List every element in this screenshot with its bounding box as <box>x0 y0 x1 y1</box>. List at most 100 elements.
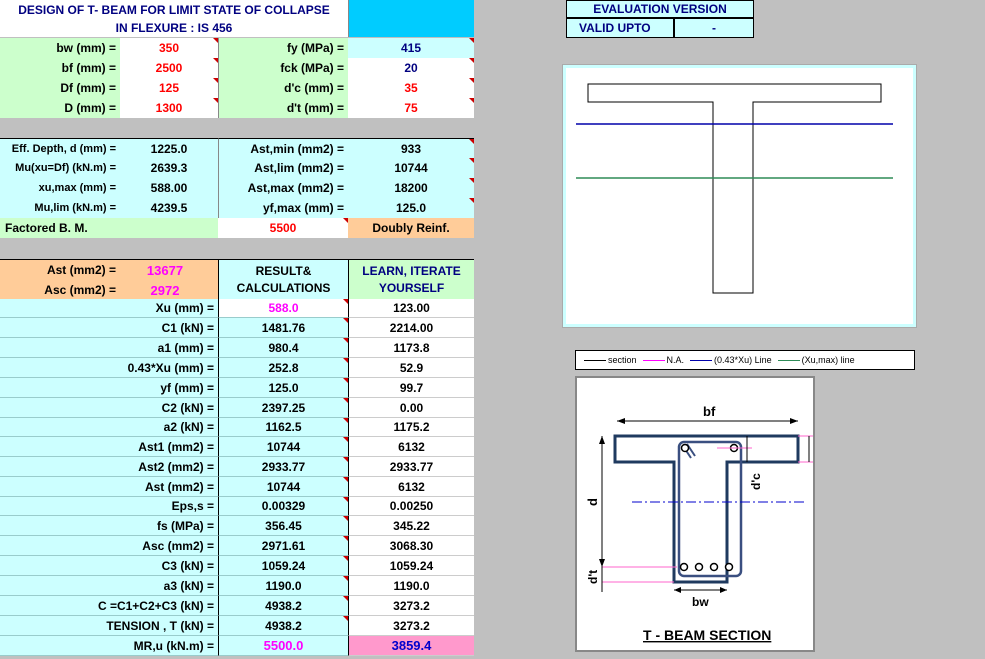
derived-label: Ast,lim (mm2) = <box>218 158 348 178</box>
section-plot <box>576 83 893 294</box>
calc-label: Eps,s = <box>0 497 218 516</box>
calc-label: C2 (kN) = <box>0 398 218 418</box>
input-label: d't (mm) = <box>218 98 348 118</box>
input-value[interactable]: 2500 <box>120 58 218 78</box>
calc-learn: 3859.4 <box>348 636 474 656</box>
legend-swatch <box>584 359 606 361</box>
derived-label: Eff. Depth, d (mm) = <box>0 138 120 158</box>
calc-label: yf (mm) = <box>0 378 218 398</box>
factored-bm-input[interactable]: 5500 <box>218 218 348 238</box>
calc-learn: 52.9 <box>348 358 474 378</box>
calc-result: 2933.77 <box>218 457 348 477</box>
legend-swatch <box>642 359 665 361</box>
derived-label: Mu(xu=Df) (kN.m) = <box>0 158 120 178</box>
valid-upto-value: - <box>674 18 754 38</box>
legend-label: (0.43*Xu) Line <box>714 355 772 365</box>
calc-learn: 1190.0 <box>348 576 474 596</box>
legend-swatch <box>690 359 713 361</box>
concrete-outline <box>613 434 800 584</box>
top-bar-left <box>680 443 690 453</box>
calc-result: 2971.61 <box>218 536 348 556</box>
input-value[interactable]: 125 <box>120 78 218 98</box>
title-blue-block <box>348 0 474 37</box>
calc-label: a1 (mm) = <box>0 338 218 358</box>
bw-label: bw <box>692 595 709 609</box>
result-column-header: RESULT& CALCULATIONS <box>218 259 348 299</box>
calc-learn: 0.00250 <box>348 497 474 516</box>
legend-swatch <box>777 359 800 361</box>
legend-item: (Xu,max) line <box>777 355 855 365</box>
ast-label: Ast (mm2) = <box>46 263 116 277</box>
calc-learn[interactable]: 123.00 <box>348 299 474 318</box>
calc-label: Ast1 (mm2) = <box>0 437 218 457</box>
calc-label: fs (MPa) = <box>0 516 218 536</box>
calc-result: 252.8 <box>218 358 348 378</box>
bottom-bar-1 <box>679 562 689 572</box>
calc-result: 10744 <box>218 437 348 457</box>
legend-item: N.A. <box>642 355 685 365</box>
calc-result: 1481.76 <box>218 318 348 338</box>
calc-learn: 3273.2 <box>348 616 474 636</box>
calc-result: 356.45 <box>218 516 348 536</box>
dc-label: d'c <box>749 473 763 490</box>
input-value[interactable]: 35 <box>348 78 474 98</box>
legend-label: N.A. <box>666 355 685 365</box>
calc-result: 1162.5 <box>218 418 348 437</box>
input-label: d'c (mm) = <box>218 78 348 98</box>
input-value[interactable]: 20 <box>348 58 474 78</box>
calc-label: C3 (kN) = <box>0 556 218 576</box>
asc-label: Asc (mm2) = <box>44 283 116 297</box>
legend-item: section <box>584 355 637 365</box>
input-value[interactable]: 1300 <box>120 98 218 118</box>
calc-learn: 2214.00 <box>348 318 474 338</box>
calc-label: MR,u (kN.m) = <box>0 636 218 656</box>
t-beam-outline <box>587 83 882 294</box>
t-beam-section-figure: bf d d't d'c Df Xu bw T - BEAM SECTION <box>575 376 853 652</box>
asc-value: 2972 <box>150 282 180 298</box>
calc-label: 0.43*Xu (mm) = <box>0 358 218 378</box>
calc-learn: 1173.8 <box>348 338 474 358</box>
legend-label: section <box>608 355 637 365</box>
calc-result: 1059.24 <box>218 556 348 576</box>
section-drawing: bf d d't d'c Df Xu bw T - BEAM SECTION <box>585 404 853 643</box>
section-title: T - BEAM SECTION <box>643 627 771 643</box>
section-plot-frame <box>562 64 917 328</box>
learn-column-header: LEARN, ITERATE YOURSELF <box>348 259 474 299</box>
ast-value: 13677 <box>146 262 184 278</box>
calc-label: Xu (mm) = <box>0 299 218 318</box>
calc-result: 125.0 <box>218 378 348 398</box>
sheet-title-line2: IN FLEXURE : IS 456 <box>0 19 348 37</box>
derived-value: 2639.3 <box>120 158 218 178</box>
evaluation-version-label: EVALUATION VERSION <box>566 0 754 18</box>
derived-value: 588.00 <box>120 178 218 198</box>
derived-label: Mu,lim (kN.m) = <box>0 198 120 218</box>
calc-learn: 99.7 <box>348 378 474 398</box>
derived-value: 933 <box>348 138 474 158</box>
calc-result: 2397.25 <box>218 398 348 418</box>
input-label: fck (MPa) = <box>218 58 348 78</box>
derived-value: 10744 <box>348 158 474 178</box>
input-value[interactable]: 415 <box>348 38 474 58</box>
calc-learn: 3068.30 <box>348 536 474 556</box>
input-label: D (mm) = <box>0 98 120 118</box>
derived-label: yf,max (mm) = <box>218 198 348 218</box>
calc-result: 10744 <box>218 477 348 497</box>
calc-learn: 1059.24 <box>348 556 474 576</box>
calc-label: Ast (mm2) = <box>0 477 218 497</box>
valid-upto-label: VALID UPTO <box>566 18 674 38</box>
factored-bm-label: Factored B. M. <box>0 218 218 238</box>
derived-value: 18200 <box>348 178 474 198</box>
input-value[interactable]: 75 <box>348 98 474 118</box>
input-label: bw (mm) = <box>0 38 120 58</box>
derived-value: 1225.0 <box>120 138 218 158</box>
calc-result: 0.00329 <box>218 497 348 516</box>
calc-result: 5500.0 <box>218 636 348 656</box>
legend-label: (Xu,max) line <box>801 355 855 365</box>
calc-label: C =C1+C2+C3 (kN) = <box>0 596 218 616</box>
input-label: Df (mm) = <box>0 78 120 98</box>
bottom-bar-3 <box>709 562 719 572</box>
calc-learn: 345.22 <box>348 516 474 536</box>
input-label: fy (MPa) = <box>218 38 348 58</box>
calc-learn: 0.00 <box>348 398 474 418</box>
input-value[interactable]: 350 <box>120 38 218 58</box>
